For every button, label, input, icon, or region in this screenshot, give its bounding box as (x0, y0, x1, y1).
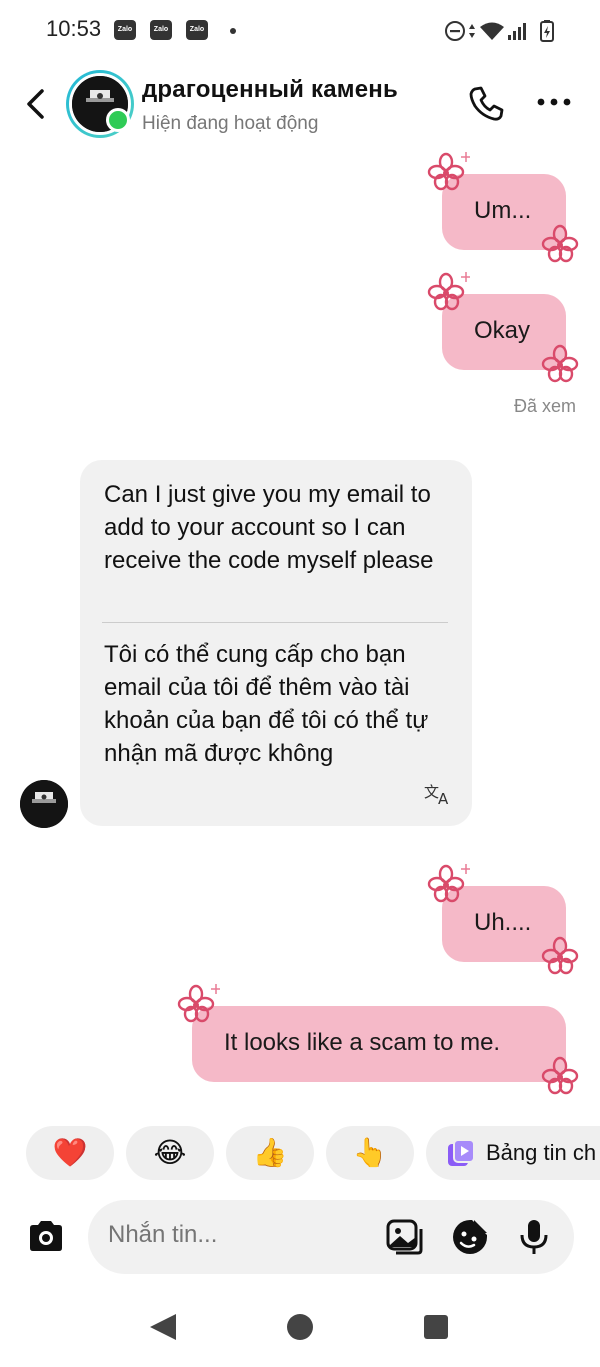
data-arrows-icon (469, 24, 475, 38)
svg-text:A: A (438, 790, 449, 806)
heart-reaction-button[interactable]: ❤️ (26, 1126, 114, 1180)
battery-charging-icon (540, 20, 554, 42)
nav-back-icon[interactable] (150, 1314, 176, 1340)
more-options-icon[interactable] (534, 90, 574, 114)
status-bar: 10:53 Zalo Zalo Zalo (0, 0, 600, 60)
avatar-image (20, 780, 68, 828)
contact-name[interactable]: драгоценный камень (142, 76, 398, 104)
translate-icon[interactable]: 文 A (424, 780, 454, 806)
translated-text: Tôi có thể cung cấp cho bạn email của tô… (104, 641, 429, 767)
status-time: 10:53 (46, 16, 102, 41)
back-arrow-icon[interactable] (20, 86, 52, 122)
message-input[interactable] (108, 1221, 368, 1249)
story-feed-icon (448, 1139, 475, 1166)
story-feed-label: Bảng tin ch (486, 1140, 597, 1165)
message-input-pill (88, 1200, 574, 1274)
zalo-notification-icon: Zalo (150, 20, 172, 40)
message-text: Uh.... (474, 909, 532, 936)
system-navigation-bar (150, 1314, 448, 1340)
nav-home-icon[interactable] (287, 1314, 313, 1340)
message-text: Okay (474, 317, 531, 344)
message-text: It looks like a scam to me. (224, 1029, 501, 1056)
sticker-icon[interactable] (450, 1217, 490, 1257)
incoming-message[interactable]: Can I just give you my email to add to y… (80, 460, 472, 826)
dnd-icon (445, 21, 465, 41)
camera-icon[interactable] (26, 1218, 66, 1254)
story-feed-chip[interactable]: Bảng tin ch (426, 1126, 600, 1180)
gallery-icon[interactable] (384, 1217, 424, 1257)
svg-text:文: 文 (424, 783, 439, 801)
online-status-dot (106, 108, 130, 132)
zalo-notification-icon: Zalo (186, 20, 208, 40)
outgoing-message[interactable]: Uh.... (442, 886, 566, 962)
message-composer (0, 1200, 600, 1274)
translation-divider (102, 622, 448, 623)
laughing-reaction-button[interactable]: 😂 (126, 1126, 214, 1180)
phone-icon[interactable] (466, 84, 506, 124)
chat-header: драгоценный камень Hiện đang hoạt động (0, 66, 600, 146)
pointing-hand-reaction-button[interactable]: 👆 (326, 1126, 414, 1180)
outgoing-message[interactable]: Um... (442, 174, 566, 250)
wifi-icon (480, 22, 504, 40)
nav-recents-icon[interactable] (424, 1315, 448, 1339)
system-status-icons (445, 20, 554, 42)
zalo-notification-icon: Zalo (114, 20, 136, 40)
microphone-icon[interactable] (514, 1217, 554, 1257)
active-status: Hiện đang hoạt động (142, 113, 319, 134)
outgoing-message[interactable]: Okay (442, 294, 566, 370)
sender-avatar[interactable] (20, 780, 68, 828)
outgoing-message[interactable]: It looks like a scam to me. (192, 1006, 566, 1082)
message-text: Um... (474, 197, 532, 224)
seen-receipt: Đã xem (513, 396, 576, 416)
signal-icon (508, 23, 526, 40)
quick-reactions-bar: ❤️ 😂 👍 👆 Bảng tin ch (0, 1126, 600, 1182)
more-notifications-dot (230, 28, 236, 34)
thumbs-up-reaction-button[interactable]: 👍 (226, 1126, 314, 1180)
message-text: Can I just give you my email to add to y… (104, 481, 434, 574)
